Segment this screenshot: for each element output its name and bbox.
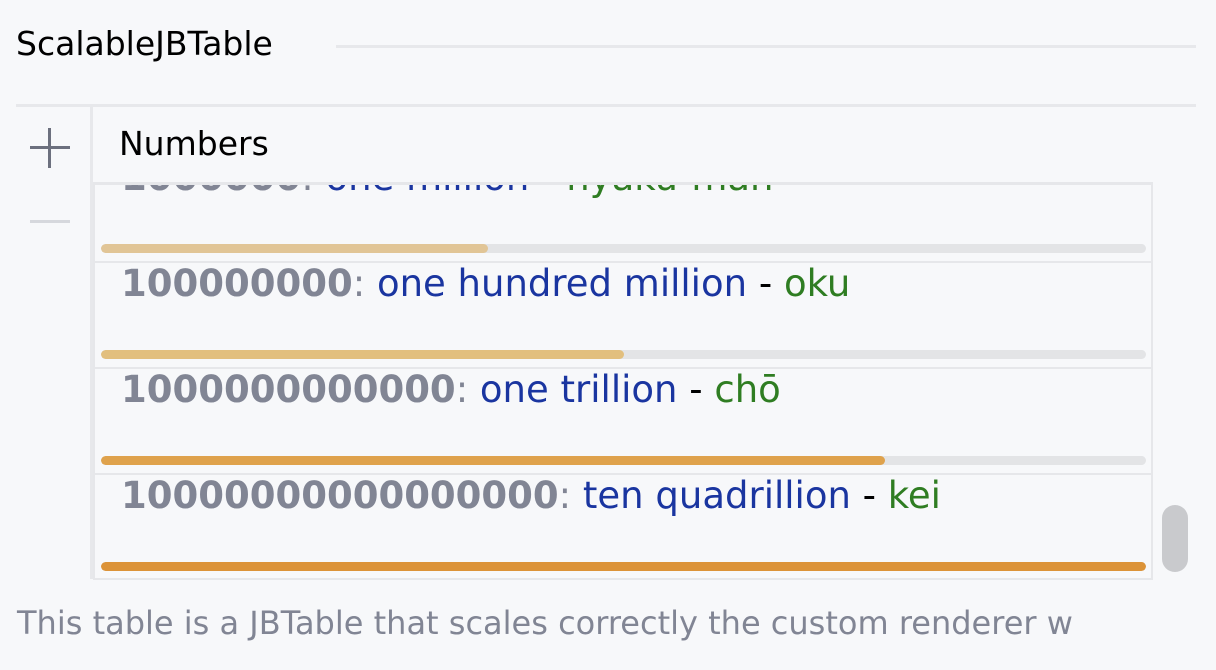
group-title-separator [336, 45, 1196, 48]
japanese-name: oku [783, 262, 851, 305]
dash-separator: - [689, 368, 703, 411]
table-row[interactable]: 100000000: one hundred million - oku [95, 261, 1151, 369]
vertical-scrollbar-thumb[interactable] [1162, 505, 1188, 572]
number-value: 100000000 [121, 262, 353, 305]
english-name: ten quadrillion [582, 474, 851, 517]
number-separator: : [352, 262, 366, 305]
table-header-separator [16, 104, 1196, 107]
table-body[interactable]: 1000000: one million - hyaku-man 1000000… [93, 182, 1153, 580]
row-text: 100000000: one hundred million - oku [121, 261, 850, 307]
number-value: 10000000000000000 [121, 474, 559, 517]
row-text: 1000000000000: one trillion - chō [121, 367, 781, 413]
row-text: 1000000: one million - hyaku-man [121, 185, 774, 201]
japanese-name: chō [714, 368, 781, 411]
english-name: one trillion [479, 368, 678, 411]
progress-fill [101, 350, 624, 359]
japanese-name: kei [887, 474, 941, 517]
progress-track [101, 456, 1146, 465]
progress-fill [101, 456, 885, 465]
table-row[interactable]: 10000000000000000: ten quadrillion - kei [95, 473, 1151, 578]
number-value: 1000000 [121, 185, 301, 199]
remove-row-button[interactable] [27, 200, 73, 246]
number-separator: : [301, 185, 313, 199]
progress-track [101, 350, 1146, 359]
progress-track [101, 244, 1146, 253]
japanese-name: hyaku-man [566, 185, 773, 199]
table-description: This table is a JBTable that scales corr… [17, 604, 1073, 642]
add-row-button[interactable] [27, 125, 73, 171]
group-title: ScalableJBTable [16, 24, 273, 63]
dash-separator: - [862, 474, 877, 517]
progress-track [101, 562, 1146, 571]
column-header-numbers[interactable]: Numbers [119, 122, 269, 166]
number-value: 1000000000000 [121, 368, 456, 411]
dash-separator: - [758, 262, 773, 305]
number-separator: : [455, 368, 469, 411]
table-row[interactable]: 1000000: one million - hyaku-man [95, 185, 1151, 263]
row-text: 10000000000000000: ten quadrillion - kei [121, 473, 941, 519]
number-separator: : [558, 474, 572, 517]
english-name: one hundred million [376, 262, 748, 305]
progress-fill [101, 244, 488, 253]
progress-fill [101, 562, 1146, 571]
table-row[interactable]: 1000000000000: one trillion - chō [95, 367, 1151, 475]
english-name: one million [325, 185, 529, 199]
dash-separator: - [541, 185, 554, 199]
